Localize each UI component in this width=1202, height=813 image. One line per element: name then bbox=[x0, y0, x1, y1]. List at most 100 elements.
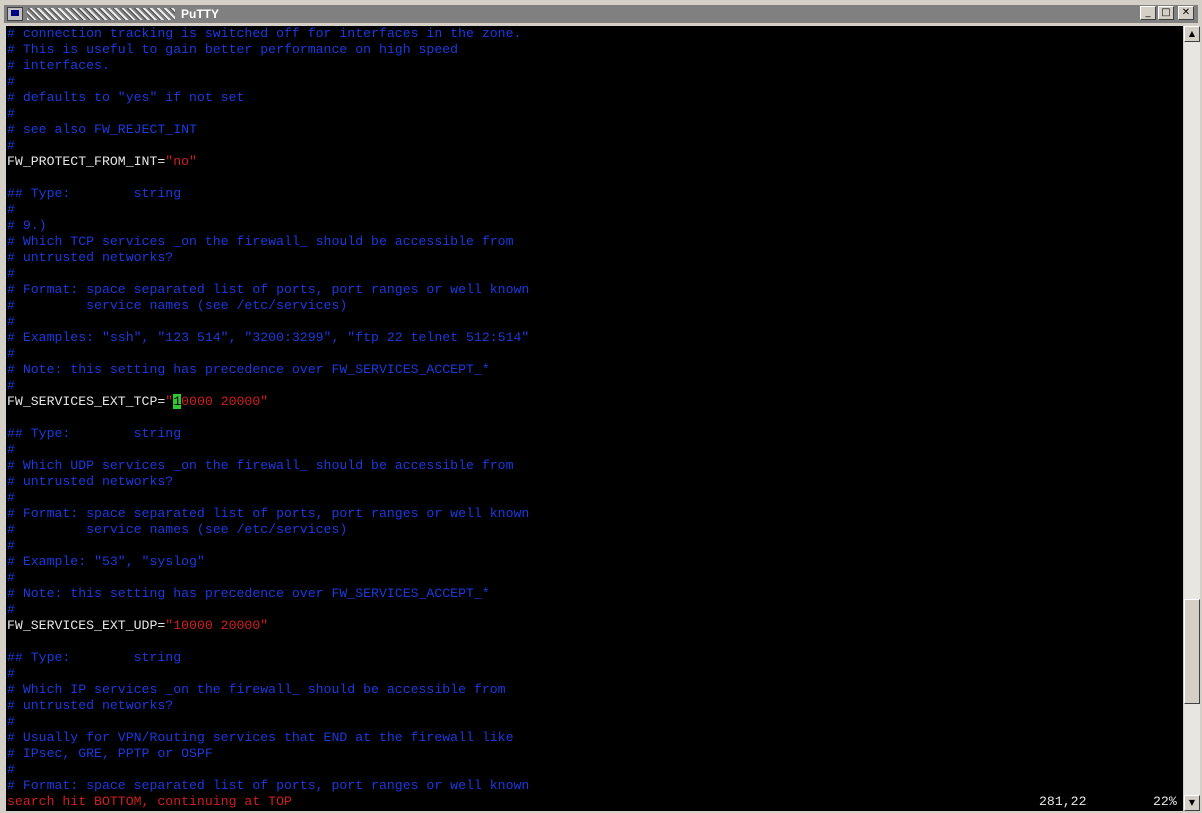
terminal-text: # Format: space separated list of ports,… bbox=[7, 778, 530, 793]
terminal-line: # Which TCP services _on the firewall_ s… bbox=[7, 234, 513, 250]
terminal-text: # bbox=[7, 538, 15, 553]
scrollbar-thumb[interactable] bbox=[1184, 599, 1200, 704]
terminal-line: # see also FW_REJECT_INT bbox=[7, 122, 197, 138]
terminal-line: # bbox=[7, 346, 15, 362]
terminal-text: # bbox=[7, 762, 15, 777]
terminal-line: # 9.) bbox=[7, 218, 47, 234]
status-message: search hit BOTTOM, continuing at TOP bbox=[7, 794, 292, 809]
terminal-line: # bbox=[7, 202, 15, 218]
terminal-text: # service names (see /etc/services) bbox=[7, 522, 348, 537]
terminal-line: FW_SERVICES_EXT_TCP="10000 20000" bbox=[7, 394, 268, 410]
terminal-line: # bbox=[7, 570, 15, 586]
terminal-text: # bbox=[7, 378, 15, 393]
terminal-text: # Format: space separated list of ports,… bbox=[7, 282, 530, 297]
scroll-down-arrow-icon[interactable]: ▼ bbox=[1184, 795, 1200, 811]
terminal-text: # Format: space separated list of ports,… bbox=[7, 506, 530, 521]
terminal-text: # untrusted networks? bbox=[7, 250, 174, 265]
vim-status-line: search hit BOTTOM, continuing at TOP 281… bbox=[6, 794, 1183, 810]
terminal-line: # bbox=[7, 714, 15, 730]
text-cursor: 1 bbox=[173, 394, 182, 409]
terminal-text: # Which UDP services _on the firewall_ s… bbox=[7, 458, 514, 473]
terminal-line: # connection tracking is switched off fo… bbox=[7, 26, 521, 42]
terminal-line: # interfaces. bbox=[7, 58, 110, 74]
terminal-text: # bbox=[7, 714, 15, 729]
terminal-text: # Note: this setting has precedence over… bbox=[7, 362, 490, 377]
terminal-text: # see also FW_REJECT_INT bbox=[7, 122, 197, 137]
terminal-text: # bbox=[7, 570, 15, 585]
terminal-line: # bbox=[7, 666, 15, 682]
terminal-text: # Note: this setting has precedence over… bbox=[7, 586, 490, 601]
terminal-text: # bbox=[7, 74, 15, 89]
terminal-text: # service names (see /etc/services) bbox=[7, 298, 348, 313]
terminal-line: # bbox=[7, 538, 15, 554]
terminal-line: ## Type: string bbox=[7, 186, 181, 202]
terminal-line: # bbox=[7, 442, 15, 458]
terminal-text: # Which IP services _on the firewall_ sh… bbox=[7, 682, 506, 697]
terminal-text: ## Type: string bbox=[7, 426, 182, 441]
terminal-line: # untrusted networks? bbox=[7, 250, 173, 266]
terminal-text: FW_SERVICES_EXT_TCP= bbox=[7, 394, 166, 409]
close-button[interactable]: ✕ bbox=[1178, 6, 1194, 20]
terminal-line: # Format: space separated list of ports,… bbox=[7, 506, 529, 522]
terminal-line: # Examples: "ssh", "123 514", "3200:3299… bbox=[7, 330, 529, 346]
terminal-line: # Which IP services _on the firewall_ sh… bbox=[7, 682, 506, 698]
title-bar[interactable]: PuTTY _ □ ✕ bbox=[4, 5, 1198, 23]
scroll-percent: 22% bbox=[1153, 794, 1177, 809]
terminal-text: # This is useful to gain better performa… bbox=[7, 42, 459, 57]
terminal-line: # IPsec, GRE, PPTP or OSPF bbox=[7, 746, 213, 762]
terminal-text: # bbox=[7, 314, 15, 329]
terminal-text: FW_SERVICES_EXT_UDP= bbox=[7, 618, 166, 633]
terminal-line: # bbox=[7, 138, 15, 154]
terminal-text: # Examples: "ssh", "123 514", "3200:3299… bbox=[7, 330, 530, 345]
terminal-line: # untrusted networks? bbox=[7, 698, 173, 714]
terminal-screen[interactable]: search hit BOTTOM, continuing at TOP 281… bbox=[6, 26, 1183, 811]
terminal-line: # untrusted networks? bbox=[7, 474, 173, 490]
terminal-line: # bbox=[7, 762, 15, 778]
terminal-line: # bbox=[7, 490, 15, 506]
terminal-line: # bbox=[7, 314, 15, 330]
putty-window: PuTTY _ □ ✕ search hit BOTTOM, continuin… bbox=[0, 0, 1202, 813]
terminal-text: # bbox=[7, 346, 15, 361]
window-title: PuTTY bbox=[181, 7, 219, 21]
terminal-line: # Usually for VPN/Routing services that … bbox=[7, 730, 513, 746]
terminal-text: FW_PROTECT_FROM_INT= bbox=[7, 154, 166, 169]
terminal-line: FW_SERVICES_EXT_UDP="10000 20000" bbox=[7, 618, 268, 634]
vertical-scrollbar[interactable]: ▲ ▼ bbox=[1184, 26, 1200, 811]
terminal-text: # bbox=[7, 490, 15, 505]
terminal-text: 0000 20000" bbox=[181, 394, 269, 409]
terminal-text: " bbox=[165, 394, 174, 409]
title-bar-texture bbox=[27, 8, 175, 20]
minimize-button[interactable]: _ bbox=[1140, 6, 1156, 20]
terminal-line: # This is useful to gain better performa… bbox=[7, 42, 458, 58]
terminal-line: # bbox=[7, 74, 15, 90]
terminal-text: # bbox=[7, 202, 15, 217]
terminal-text: # bbox=[7, 602, 15, 617]
maximize-button[interactable]: □ bbox=[1158, 6, 1174, 20]
terminal-line: # bbox=[7, 378, 15, 394]
terminal-line: # Note: this setting has precedence over… bbox=[7, 362, 490, 378]
terminal-line: # defaults to "yes" if not set bbox=[7, 90, 244, 106]
terminal-text: # Example: "53", "syslog" bbox=[7, 554, 205, 569]
terminal-text: # connection tracking is switched off fo… bbox=[7, 26, 522, 41]
scroll-up-arrow-icon[interactable]: ▲ bbox=[1184, 26, 1200, 42]
terminal-line: FW_PROTECT_FROM_INT="no" bbox=[7, 154, 197, 170]
terminal-text: # bbox=[7, 442, 15, 457]
terminal-line: # service names (see /etc/services) bbox=[7, 522, 347, 538]
terminal-text: "no" bbox=[165, 154, 197, 169]
terminal-line: # Which UDP services _on the firewall_ s… bbox=[7, 458, 513, 474]
terminal-text: # Usually for VPN/Routing services that … bbox=[7, 730, 514, 745]
terminal-text: # IPsec, GRE, PPTP or OSPF bbox=[7, 746, 213, 761]
terminal-line: # bbox=[7, 106, 15, 122]
terminal-text: ## Type: string bbox=[7, 650, 182, 665]
terminal-line: # service names (see /etc/services) bbox=[7, 298, 347, 314]
terminal-text: # bbox=[7, 106, 15, 121]
terminal-text: # bbox=[7, 266, 15, 281]
cursor-position: 281,22 bbox=[1039, 794, 1087, 809]
terminal-line: # Example: "53", "syslog" bbox=[7, 554, 205, 570]
terminal-line: ## Type: string bbox=[7, 426, 181, 442]
terminal-text: # Which TCP services _on the firewall_ s… bbox=[7, 234, 514, 249]
terminal-text: # bbox=[7, 666, 15, 681]
terminal-text: ## Type: string bbox=[7, 186, 182, 201]
terminal-text: # untrusted networks? bbox=[7, 698, 174, 713]
putty-icon[interactable] bbox=[7, 7, 23, 21]
